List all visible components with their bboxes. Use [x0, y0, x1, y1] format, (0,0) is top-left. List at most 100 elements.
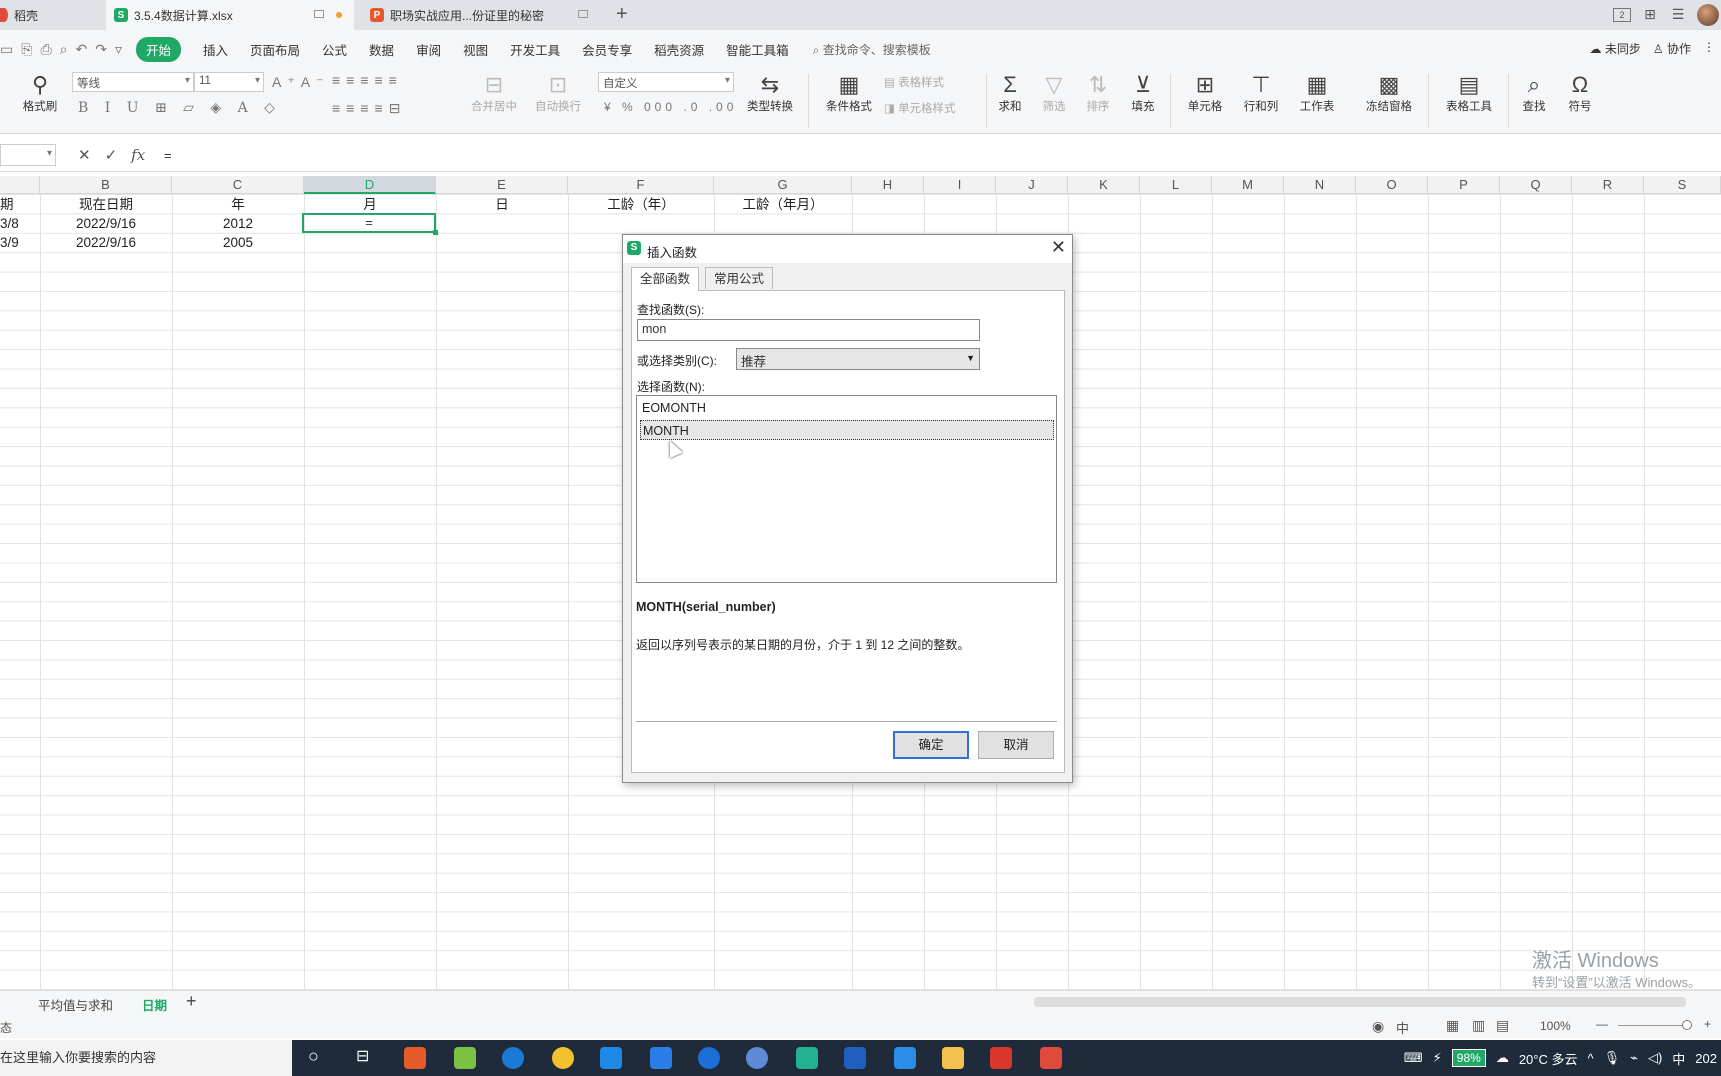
- column-header-c[interactable]: C: [172, 176, 304, 194]
- column-header-m[interactable]: M: [1212, 176, 1284, 194]
- print-icon[interactable]: ⎙: [40, 41, 51, 58]
- cell-e1[interactable]: 日: [436, 195, 568, 214]
- collab-button[interactable]: ♙ 协作: [1653, 40, 1691, 57]
- menu-page-layout[interactable]: 页面布局: [250, 40, 300, 59]
- type-convert-button[interactable]: ⇆ 类型转换: [738, 72, 802, 114]
- column-header-e[interactable]: E: [436, 176, 568, 194]
- horizontal-scrollbar[interactable]: [1034, 997, 1686, 1007]
- preview-icon[interactable]: ⌕: [60, 41, 68, 58]
- column-header-q[interactable]: Q: [1500, 176, 1572, 194]
- column-header-l[interactable]: L: [1140, 176, 1212, 194]
- dialog-title-bar[interactable]: S 插入函数 ✕: [623, 235, 1072, 263]
- file-explorer-icon[interactable]: [942, 1047, 964, 1069]
- tab-common-formulas[interactable]: 常用公式: [705, 267, 774, 289]
- function-list[interactable]: EOMONTH MONTH: [636, 395, 1057, 583]
- edge-legacy-icon[interactable]: [698, 1047, 720, 1069]
- tab-docer[interactable]: 稻壳: [0, 0, 104, 30]
- normal-view-icon[interactable]: ▦: [1446, 1017, 1459, 1034]
- wrap-text-button[interactable]: ⊡ 自动换行: [532, 72, 584, 114]
- avatar[interactable]: [1697, 4, 1719, 26]
- ie-icon[interactable]: [600, 1047, 622, 1069]
- column-header-b[interactable]: B: [40, 176, 172, 194]
- cancel-icon[interactable]: ✕: [78, 146, 91, 164]
- cell-c1[interactable]: 年: [172, 195, 304, 214]
- fx-icon[interactable]: fx: [131, 146, 145, 164]
- new-tab-button[interactable]: +: [616, 3, 628, 26]
- font-grow-shrink[interactable]: A⁺A⁻: [272, 74, 329, 91]
- conditional-format-button[interactable]: ▦ 条件格式: [818, 72, 880, 114]
- zoom-slider[interactable]: [1618, 1025, 1686, 1026]
- column-header-i[interactable]: I: [924, 176, 996, 194]
- function-item-eomonth[interactable]: EOMONTH: [640, 398, 1054, 418]
- eye-protect-icon[interactable]: ◉: [1372, 1018, 1384, 1035]
- chrome-icon[interactable]: [552, 1047, 574, 1069]
- sum-button[interactable]: Σ 求和: [992, 72, 1028, 114]
- add-sheet-button[interactable]: +: [186, 991, 197, 1012]
- camtasia-icon[interactable]: [454, 1047, 476, 1069]
- tab-spreadsheet[interactable]: S 3.5.4数据计算.xlsx: [106, 0, 354, 30]
- export-icon[interactable]: ⎘: [21, 41, 32, 58]
- sheet-tab-average-sum[interactable]: 平均值与求和: [38, 995, 113, 1014]
- sync-status[interactable]: ☁ 未同步: [1590, 40, 1641, 57]
- font-size-select[interactable]: 11: [194, 72, 264, 92]
- command-search[interactable]: ⌕ 查找命令、搜索模板: [813, 41, 931, 58]
- worksheet-button[interactable]: ▦ 工作表: [1292, 72, 1342, 114]
- menu-data[interactable]: 数据: [369, 40, 394, 59]
- cell-c3[interactable]: 2005: [172, 233, 304, 252]
- cell-a2[interactable]: 3/8: [0, 214, 40, 233]
- column-header-p[interactable]: P: [1428, 176, 1500, 194]
- taskbar-search[interactable]: 在这里输入你要搜索的内容: [0, 1040, 292, 1076]
- column-header-n[interactable]: N: [1284, 176, 1356, 194]
- filter-button[interactable]: ▽ 筛选: [1036, 72, 1072, 114]
- row-col-button[interactable]: ⊤ 行和列: [1236, 72, 1286, 114]
- cortana-icon[interactable]: ○: [308, 1046, 319, 1067]
- cell-b1[interactable]: 现在日期: [40, 195, 172, 214]
- grid-view-icon[interactable]: ⊞: [1641, 7, 1659, 22]
- menu-formulas[interactable]: 公式: [322, 40, 347, 59]
- menu-review[interactable]: 审阅: [416, 40, 441, 59]
- zoom-level[interactable]: 100%: [1540, 1019, 1571, 1033]
- font-style-buttons[interactable]: B I U ⊞ ▱ ◈ A ◇: [78, 100, 281, 116]
- cell-button[interactable]: ⊞ 单元格: [1180, 72, 1230, 114]
- fill-button[interactable]: ⊻ 填充: [1124, 72, 1162, 114]
- name-box[interactable]: [0, 144, 56, 166]
- volume-icon[interactable]: ◁): [1648, 1050, 1662, 1066]
- zoom-out-button[interactable]: —: [1596, 1017, 1608, 1031]
- cell-a1[interactable]: 期: [0, 195, 40, 214]
- cancel-button[interactable]: 取消: [978, 731, 1054, 759]
- app-m-icon[interactable]: [796, 1047, 818, 1069]
- save-icon[interactable]: ▭: [0, 41, 13, 58]
- cell-c2[interactable]: 2012: [172, 214, 304, 233]
- cell-b3[interactable]: 2022/9/16: [40, 233, 172, 252]
- menu-docer-resources[interactable]: 稻壳资源: [654, 40, 704, 59]
- merge-center-button[interactable]: ⊟ 合并居中: [462, 72, 526, 114]
- cell-f1[interactable]: 工龄（年）: [568, 195, 714, 214]
- cell-b2[interactable]: 2022/9/16: [40, 214, 172, 233]
- keyboard-icon[interactable]: ⌨: [1404, 1050, 1423, 1066]
- app-x-icon[interactable]: [844, 1047, 866, 1069]
- sort-button[interactable]: ⇅ 排序: [1080, 72, 1116, 114]
- search-function-input[interactable]: mon: [637, 319, 980, 341]
- edge-icon[interactable]: [502, 1047, 524, 1069]
- battery-indicator[interactable]: 98%: [1451, 1049, 1486, 1067]
- wps-presentation-icon[interactable]: [1040, 1047, 1062, 1069]
- menu-icon[interactable]: ☰: [1669, 7, 1687, 22]
- function-item-month[interactable]: MONTH: [640, 420, 1054, 440]
- number-buttons[interactable]: ¥ % 000 .0 .00: [604, 100, 737, 114]
- column-header-h[interactable]: H: [852, 176, 924, 194]
- redo-icon[interactable]: ↷: [95, 41, 107, 58]
- more-menu-icon[interactable]: ⋮: [1703, 40, 1715, 57]
- column-header-s[interactable]: S: [1644, 176, 1721, 194]
- sheet-tab-date[interactable]: 日期: [142, 995, 167, 1014]
- window-count-icon[interactable]: 2: [1613, 8, 1631, 22]
- align-buttons[interactable]: ≡≡≡≡⊟: [332, 100, 406, 117]
- format-painter-button[interactable]: ⚲ 格式刷: [20, 72, 60, 114]
- column-header-d[interactable]: D: [304, 176, 436, 194]
- find-button[interactable]: ⌕ 查找: [1514, 72, 1554, 114]
- column-header-a[interactable]: [0, 176, 40, 194]
- confirm-icon[interactable]: ✓: [105, 146, 118, 164]
- menu-smart-toolbox[interactable]: 智能工具箱: [726, 40, 789, 59]
- category-select[interactable]: 推荐: [736, 348, 980, 370]
- menu-home[interactable]: 开始: [135, 36, 181, 62]
- tab-presentation[interactable]: P 职场实战应用...份证里的秘密: [362, 0, 608, 30]
